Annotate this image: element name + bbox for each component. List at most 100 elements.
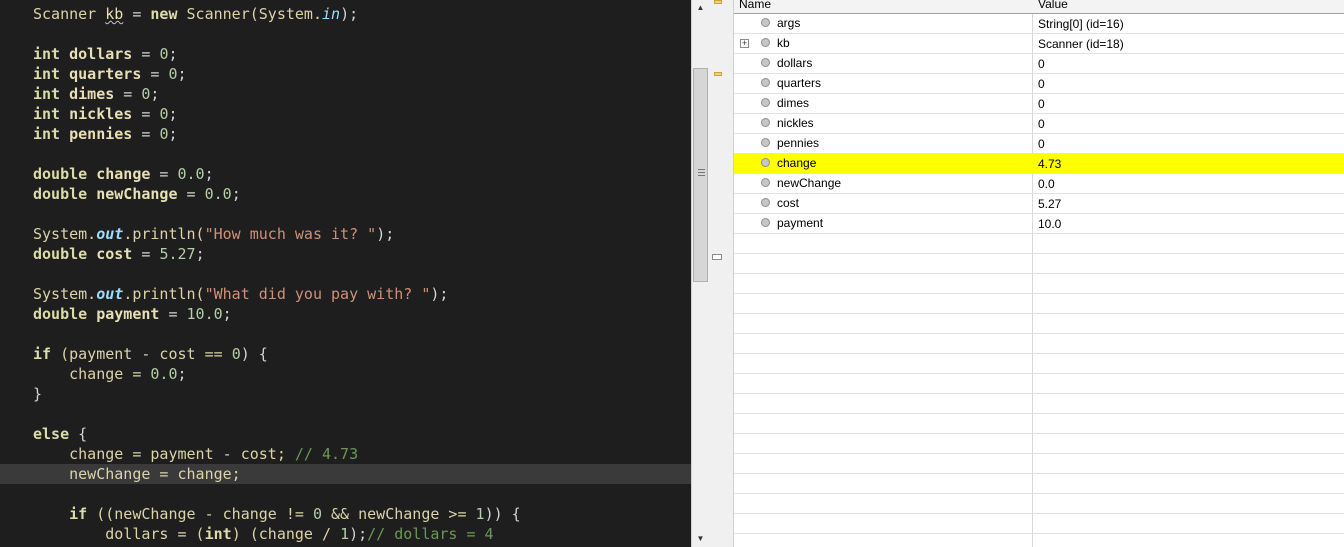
code-token: "What did you pay with? " [204, 285, 431, 303]
code-editor[interactable]: Scanner kb = new Scanner(System.in); int … [0, 0, 691, 547]
code-token: 5.27 [159, 245, 196, 263]
variable-name: cost [777, 196, 800, 210]
code-token: int [33, 65, 70, 83]
code-token: ; [231, 185, 241, 203]
variable-name: change [777, 156, 817, 170]
code-token: change [96, 165, 151, 183]
code-line[interactable] [0, 484, 691, 504]
code-line[interactable] [0, 204, 691, 224]
code-token: = [132, 105, 160, 123]
occurrence-marker[interactable] [714, 72, 722, 76]
code-token: System. [33, 225, 97, 243]
code-token: 0.0 [204, 185, 232, 203]
code-token: int [33, 85, 70, 103]
code-line[interactable]: int quarters = 0; [0, 64, 691, 84]
variable-row-newChange[interactable]: newChange 0.0 [734, 174, 1344, 194]
code-token: ; [195, 245, 205, 263]
code-line[interactable]: dollars = (int) (change / 1);// dollars … [0, 524, 691, 544]
current-code-line[interactable]: newChange = change; [0, 464, 691, 484]
code-line[interactable]: int dimes = 0; [0, 84, 691, 104]
code-token: nickles [69, 105, 133, 123]
variable-name: dimes [777, 96, 810, 110]
ruler-button[interactable] [712, 254, 722, 260]
code-token: cost [96, 245, 133, 263]
code-line[interactable]: int nickles = 0; [0, 104, 691, 124]
code-line[interactable] [0, 24, 691, 44]
local-variable-icon [761, 118, 770, 127]
code-token: = [159, 305, 187, 323]
grip-line [698, 175, 705, 176]
variable-row-change[interactable]: change 4.73 [734, 154, 1344, 174]
scrollbar-thumb[interactable] [693, 68, 708, 282]
variable-name: newChange [777, 176, 842, 190]
occurrence-marker[interactable] [714, 0, 722, 4]
code-token: change = payment - cost; [33, 445, 295, 463]
code-token: ((newChange - change != [96, 505, 313, 523]
code-token: change = [33, 365, 151, 383]
code-line[interactable]: System.out.println("How much was it? "); [0, 224, 691, 244]
code-line[interactable]: change = 0.0; [0, 364, 691, 384]
code-token: Scanner [33, 5, 106, 23]
code-token: ) (change / [231, 525, 341, 543]
code-line[interactable]: double change = 0.0; [0, 164, 691, 184]
local-variable-icon [761, 158, 770, 167]
code-line[interactable]: double newChange = 0.0; [0, 184, 691, 204]
code-line[interactable]: if (payment - cost == 0) { [0, 344, 691, 364]
variable-value: Scanner (id=18) [1038, 37, 1124, 51]
variables-view: Name Value args String[0] (id=16) + kb Scann… [734, 0, 1344, 547]
code-token: = [132, 125, 160, 143]
empty-row [734, 374, 1344, 394]
code-line[interactable] [0, 404, 691, 424]
variable-value: 10.0 [1038, 217, 1062, 231]
code-line[interactable] [0, 264, 691, 284]
code-text: System.out.println("How much was it? "); [33, 224, 394, 244]
code-line[interactable]: double payment = 10.0; [0, 304, 691, 324]
code-token: 0 [231, 345, 241, 363]
code-token: )) { [484, 505, 521, 523]
variable-row-cost[interactable]: cost 5.27 [734, 194, 1344, 214]
scroll-up-arrow-icon[interactable]: ▲ [692, 0, 709, 14]
code-text: } [33, 384, 42, 404]
code-token: dollars = ( [33, 525, 205, 543]
local-variable-icon [761, 78, 770, 87]
code-line[interactable]: int dollars = 0; [0, 44, 691, 64]
variable-row-args[interactable]: args String[0] (id=16) [734, 14, 1344, 34]
variable-row-kb[interactable]: + kb Scanner (id=18) [734, 34, 1344, 54]
expand-icon[interactable]: + [740, 39, 749, 48]
variable-row-dimes[interactable]: dimes 0 [734, 94, 1344, 114]
local-variable-icon [761, 198, 770, 207]
code-line[interactable]: System.out.println("What did you pay wit… [0, 284, 691, 304]
code-token: ); [430, 285, 449, 303]
code-line[interactable]: double cost = 5.27; [0, 244, 691, 264]
column-header-name[interactable]: Name [739, 0, 771, 11]
code-line[interactable] [0, 144, 691, 164]
code-token: 0 [168, 65, 178, 83]
code-line[interactable]: else { [0, 424, 691, 444]
scroll-down-arrow-icon[interactable]: ▼ [692, 531, 709, 545]
code-line[interactable]: Scanner kb = new Scanner(System.in); [0, 4, 691, 24]
code-line[interactable]: if ((newChange - change != 0 && newChang… [0, 504, 691, 524]
variable-value: 0 [1038, 77, 1045, 91]
local-variable-icon [761, 178, 770, 187]
column-header-value[interactable]: Value [1038, 0, 1068, 11]
variable-row-pennies[interactable]: pennies 0 [734, 134, 1344, 154]
code-line[interactable]: } [0, 384, 691, 404]
local-variable-icon [761, 98, 770, 107]
variable-row-quarters[interactable]: quarters 0 [734, 74, 1344, 94]
code-text: change = 0.0; [33, 364, 186, 384]
variable-row-payment[interactable]: payment 10.0 [734, 214, 1344, 234]
code-token: out [96, 285, 124, 303]
code-token: && newChange >= [322, 505, 476, 523]
empty-row [734, 454, 1344, 474]
empty-row [734, 294, 1344, 314]
variable-row-nickles[interactable]: nickles 0 [734, 114, 1344, 134]
variable-row-dollars[interactable]: dollars 0 [734, 54, 1344, 74]
code-line[interactable]: int pennies = 0; [0, 124, 691, 144]
grip-line [698, 172, 705, 173]
code-line[interactable]: change = payment - cost; // 4.73 [0, 444, 691, 464]
empty-row [734, 314, 1344, 334]
variable-value: 0.0 [1038, 177, 1055, 191]
editor-scrollbar[interactable]: ▲ ▼ [691, 0, 709, 547]
code-line[interactable] [0, 324, 691, 344]
code-token: "How much was it? " [204, 225, 377, 243]
